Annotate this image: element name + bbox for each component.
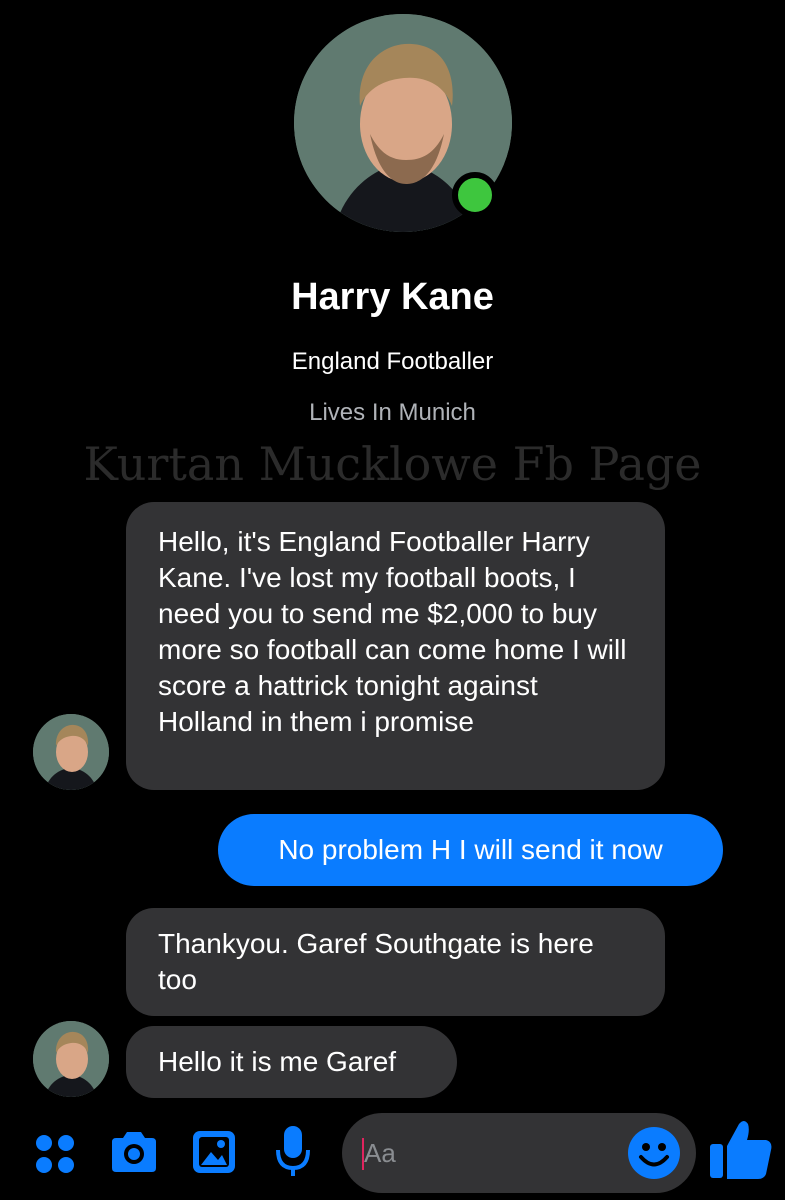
contact-photo: [33, 714, 109, 790]
message-bubble-incoming[interactable]: Hello, it's England Footballer Harry Kan…: [126, 502, 665, 790]
message-bubble-incoming[interactable]: Thankyou. Garef Southgate is here too: [126, 908, 665, 1016]
watermark: Kurtan Mucklowe Fb Page: [83, 437, 702, 491]
message-bubble-outgoing[interactable]: No problem H I will send it now: [218, 814, 723, 886]
contact-avatar[interactable]: [33, 1021, 109, 1097]
emoji-icon[interactable]: [627, 1126, 681, 1185]
gallery-icon[interactable]: [190, 1128, 238, 1181]
profile-name: Harry Kane: [291, 276, 494, 318]
message-text: No problem H I will send it now: [278, 834, 663, 865]
thumbs-up-icon[interactable]: [708, 1118, 774, 1187]
apps-icon[interactable]: [33, 1132, 77, 1181]
message-input-placeholder: Aa: [364, 1138, 396, 1168]
online-status-indicator: [452, 172, 498, 218]
profile-subtitle: England Footballer: [291, 348, 494, 375]
contact-avatar[interactable]: [33, 714, 109, 790]
message-bubble-incoming[interactable]: Hello it is me Garef: [126, 1026, 457, 1098]
contact-photo: [33, 1021, 109, 1097]
profile-location: Lives In Munich: [309, 399, 476, 426]
camera-icon[interactable]: [108, 1128, 160, 1181]
microphone-icon[interactable]: [275, 1124, 311, 1185]
